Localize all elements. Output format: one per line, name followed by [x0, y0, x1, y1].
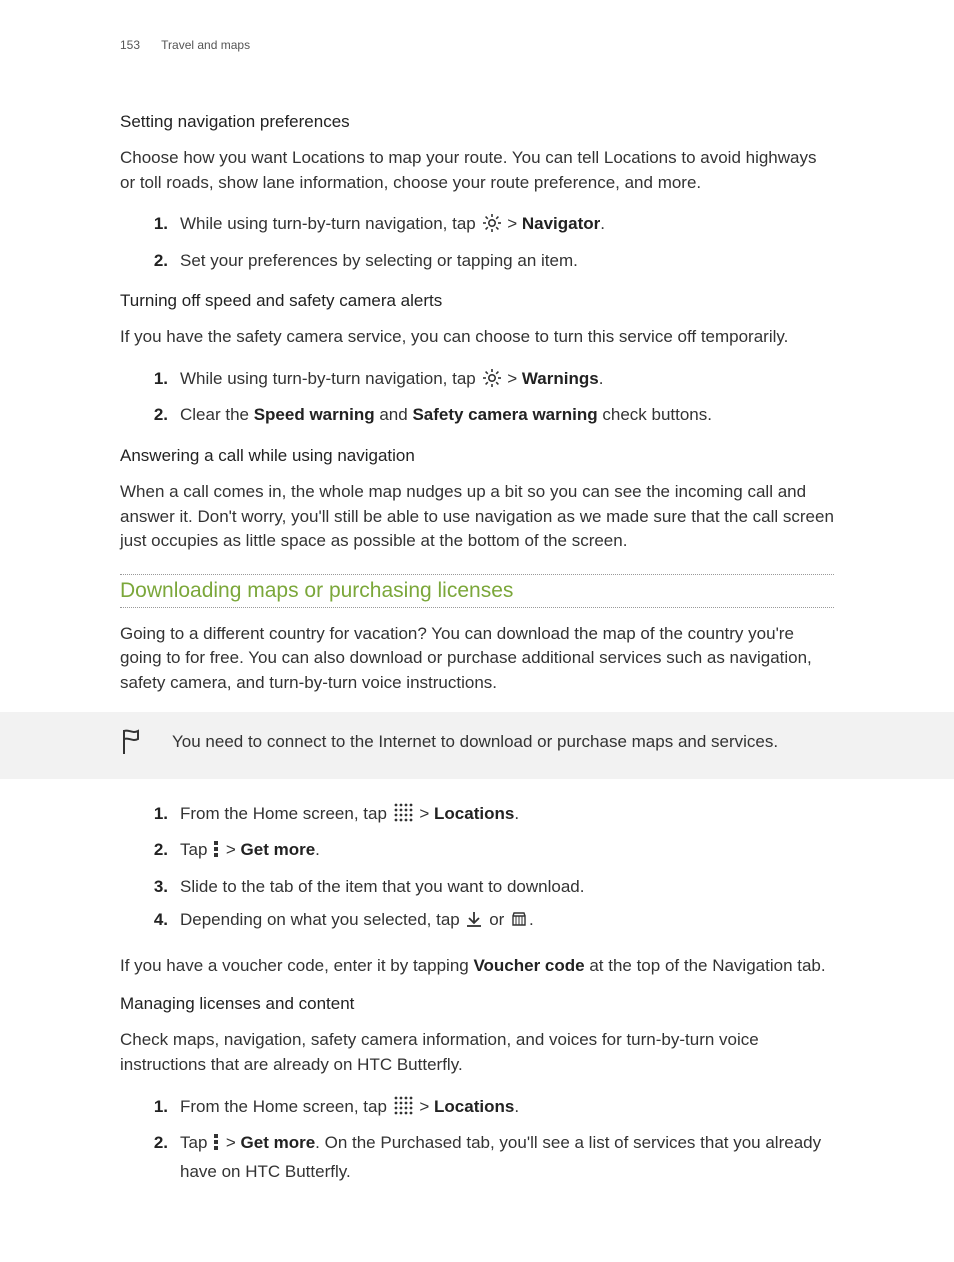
step-number: 2. — [138, 402, 168, 428]
flag-icon — [120, 728, 142, 761]
step-number: 2. — [138, 1130, 168, 1156]
page-header: 153 Travel and maps — [120, 38, 834, 52]
gear-icon — [483, 369, 501, 395]
heading-nav-prefs: Setting navigation preferences — [120, 112, 834, 132]
step-number: 1. — [138, 801, 168, 827]
step-item: 2. Tap > Get more. On the Purchased tab,… — [120, 1130, 834, 1184]
download-icon — [466, 910, 482, 936]
paragraph: If you have a voucher code, enter it by … — [120, 954, 834, 979]
document-page: 153 Travel and maps Setting navigation p… — [0, 0, 954, 1262]
cart-icon — [511, 910, 527, 936]
paragraph: Choose how you want Locations to map you… — [120, 146, 834, 195]
gear-icon — [483, 214, 501, 240]
step-item: 2. Clear the Speed warning and Safety ca… — [120, 402, 834, 428]
heading-answer-call: Answering a call while using navigation — [120, 446, 834, 466]
step-item: 1. While using turn-by-turn navigation, … — [120, 211, 834, 240]
step-item: 1. From the Home screen, tap > Locations… — [120, 801, 834, 830]
paragraph: Check maps, navigation, safety camera in… — [120, 1028, 834, 1077]
step-number: 2. — [138, 837, 168, 863]
menu-icon — [214, 840, 219, 866]
note-box: You need to connect to the Internet to d… — [0, 712, 954, 779]
heading-downloading: Downloading maps or purchasing licenses — [120, 574, 834, 608]
note-text: You need to connect to the Internet to d… — [172, 730, 778, 755]
step-number: 4. — [138, 907, 168, 933]
header-section: Travel and maps — [161, 38, 250, 52]
step-item: 3. Slide to the tab of the item that you… — [120, 874, 834, 900]
step-item: 1. From the Home screen, tap > Locations… — [120, 1094, 834, 1123]
paragraph: Going to a different country for vacatio… — [120, 622, 834, 696]
paragraph: When a call comes in, the whole map nudg… — [120, 480, 834, 554]
step-item: 2. Set your preferences by selecting or … — [120, 248, 834, 274]
step-item: 1. While using turn-by-turn navigation, … — [120, 366, 834, 395]
heading-alerts: Turning off speed and safety camera aler… — [120, 291, 834, 311]
page-number: 153 — [120, 38, 140, 52]
step-item: 4. Depending on what you selected, tap o… — [120, 907, 834, 936]
menu-icon — [214, 1133, 219, 1159]
step-number: 1. — [138, 211, 168, 237]
step-number: 2. — [138, 248, 168, 274]
step-item: 2. Tap > Get more. — [120, 837, 834, 866]
step-number: 1. — [138, 1094, 168, 1120]
paragraph: If you have the safety camera service, y… — [120, 325, 834, 350]
heading-managing: Managing licenses and content — [120, 994, 834, 1014]
apps-grid-icon — [394, 803, 413, 830]
step-number: 3. — [138, 874, 168, 900]
step-number: 1. — [138, 366, 168, 392]
apps-grid-icon — [394, 1096, 413, 1123]
